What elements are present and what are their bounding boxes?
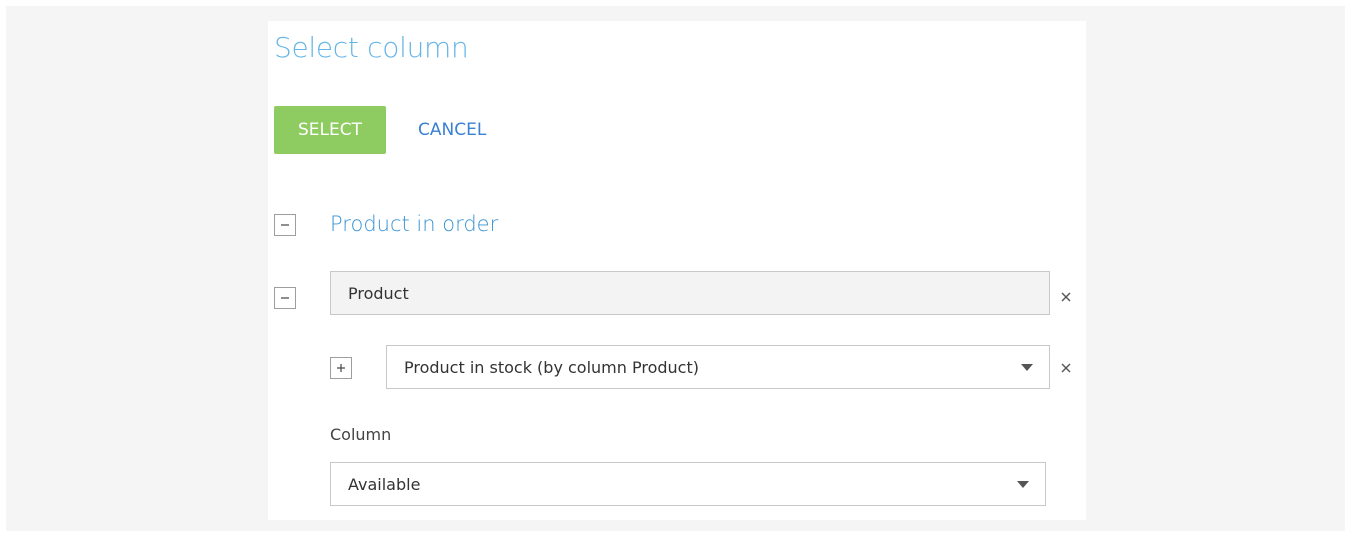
dialog-title: Select column	[274, 31, 469, 64]
remove-linked-entity-button[interactable]	[1058, 360, 1074, 376]
chevron-down-icon	[1017, 481, 1029, 488]
close-icon	[1061, 292, 1071, 302]
select-button[interactable]: SELECT	[274, 106, 386, 154]
minus-icon	[281, 224, 289, 226]
collapse-product-button[interactable]	[274, 287, 296, 309]
linked-entity-value: Product in stock (by column Product)	[404, 357, 699, 377]
column-dropdown[interactable]: Available	[330, 462, 1046, 506]
cancel-button[interactable]: CANCEL	[406, 106, 498, 154]
column-label: Column	[330, 425, 392, 444]
root-entity-label: Product in order	[330, 212, 499, 236]
column-value: Available	[348, 474, 421, 494]
close-icon	[1061, 363, 1071, 373]
expand-stock-button[interactable]	[330, 357, 352, 379]
linked-entity-dropdown[interactable]: Product in stock (by column Product)	[386, 345, 1050, 389]
product-field[interactable]: Product	[330, 271, 1050, 315]
select-column-dialog: Select column SELECT CANCEL Product in o…	[268, 21, 1086, 520]
product-field-value: Product	[348, 283, 409, 303]
minus-icon	[281, 297, 289, 299]
remove-product-button[interactable]	[1058, 289, 1074, 305]
chevron-down-icon	[1021, 364, 1033, 371]
collapse-root-button[interactable]	[274, 214, 296, 236]
plus-icon	[337, 364, 345, 372]
